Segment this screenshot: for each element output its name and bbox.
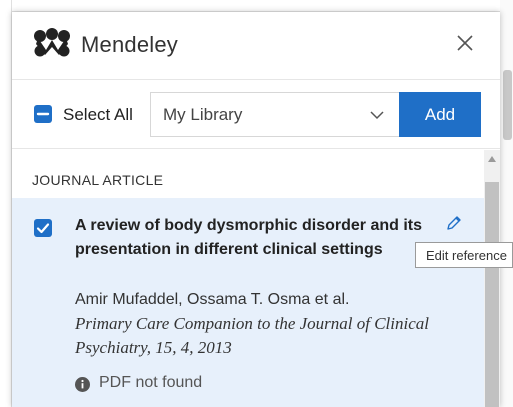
select-all-checkbox[interactable] (34, 105, 52, 123)
pdf-status-text: PDF not found (99, 374, 203, 391)
scrollbar-thumb[interactable] (485, 182, 499, 407)
popup-toolbar: Select All My Library Add (12, 81, 500, 149)
background-right-strip (500, 0, 513, 407)
close-icon[interactable] (454, 32, 476, 54)
pencil-icon[interactable] (445, 214, 463, 232)
mendeley-popup: Mendeley Select All My Library Add JOURN… (12, 12, 500, 407)
checkmark-icon (36, 223, 50, 234)
item-title: A review of body dysmorphic disorder and… (75, 217, 423, 258)
results-list: JOURNAL ARTICLE A review of body dysmorp… (12, 150, 500, 407)
edit-reference-tooltip: Edit reference (415, 242, 513, 268)
list-scrollbar[interactable] (484, 150, 500, 407)
item-journal: Primary Care Companion to the Journal of… (75, 314, 429, 357)
brand-title: Mendeley (81, 32, 178, 57)
minus-icon (36, 112, 50, 116)
scroll-up-arrow-icon[interactable] (488, 156, 496, 162)
section-title: JOURNAL ARTICLE (32, 172, 164, 188)
library-dropdown-value: My Library (163, 105, 243, 124)
background-left-strip (0, 0, 12, 407)
background-toolbar (0, 0, 513, 12)
item-authors: Amir Mufaddel, Ossama T. Osma et al. (75, 291, 350, 308)
select-all-label[interactable]: Select All (63, 105, 133, 125)
library-dropdown[interactable]: My Library (150, 92, 400, 137)
add-button[interactable]: Add (399, 92, 481, 137)
list-item[interactable]: A review of body dysmorphic disorder and… (12, 198, 484, 407)
background-scrollbar[interactable] (503, 70, 512, 140)
item-checkbox[interactable] (34, 219, 52, 237)
mendeley-logo-icon (34, 28, 70, 57)
popup-header: Mendeley (12, 12, 500, 80)
info-icon (75, 377, 90, 392)
chevron-down-icon (370, 111, 384, 120)
